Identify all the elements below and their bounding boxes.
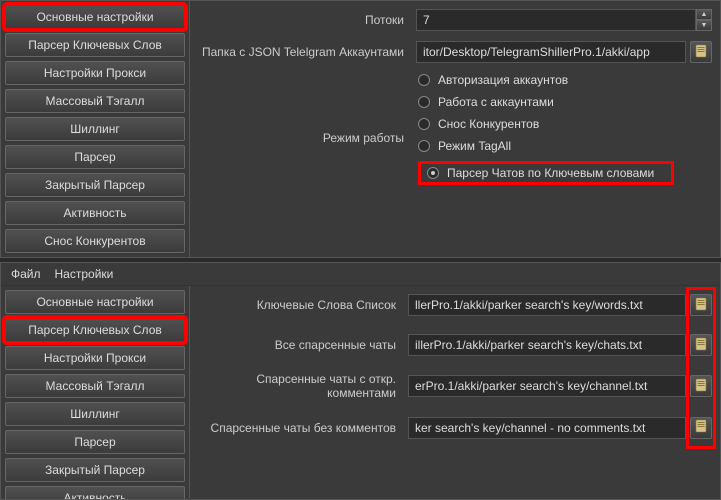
keywords-list-label: Ключевые Слова Список (198, 298, 408, 312)
sidebar-item-label: Шиллинг (70, 122, 119, 136)
bottom-panel: Файл Настройки Основные настройки Парсер… (0, 262, 721, 500)
bottom-sidebar: Основные настройки Парсер Ключевых Слов … (1, 286, 190, 498)
accounts-folder-input[interactable] (416, 41, 686, 63)
menu-settings[interactable]: Настройки (55, 267, 114, 281)
sidebar-item-label: Закрытый Парсер (45, 178, 145, 192)
no-comments-chats-input[interactable] (408, 417, 686, 439)
all-parsed-chats-label: Все спарсенные чаты (198, 338, 408, 352)
sidebar-item-label: Шиллинг (70, 407, 119, 421)
keywords-list-input[interactable] (408, 294, 686, 316)
sidebar-item-label: Закрытый Парсер (45, 463, 145, 477)
folder-icon (695, 44, 707, 61)
no-comments-chats-label: Спарсенные чаты без комментов (198, 421, 408, 435)
sidebar-item-label: Основные настройки (36, 295, 153, 309)
radio-label: Снос Конкурентов (438, 117, 539, 131)
sidebar-item-activity[interactable]: Активность (5, 486, 185, 500)
radio-icon[interactable] (418, 96, 430, 108)
sidebar-item-label: Парсер (74, 435, 115, 449)
folder-icon (695, 419, 707, 436)
browse-button[interactable] (690, 334, 712, 356)
sidebar-item-label: Основные настройки (36, 10, 153, 24)
accounts-folder-label: Папка с JSON Telelgram Аккаунтами (198, 45, 416, 59)
sidebar-item-closed-parser[interactable]: Закрытый Парсер (5, 458, 185, 482)
folder-icon (695, 337, 707, 354)
sidebar-item-proxy-settings[interactable]: Настройки Прокси (5, 346, 185, 370)
sidebar-item-parser[interactable]: Парсер (5, 145, 185, 169)
radio-row-auth[interactable]: Авторизация аккаунтов (418, 73, 712, 87)
folder-icon (695, 378, 707, 395)
sidebar-item-keyword-parser[interactable]: Парсер Ключевых Слов (5, 33, 185, 57)
radio-row-work[interactable]: Работа с аккаунтами (418, 95, 712, 109)
sidebar-item-mass-tagall[interactable]: Массовый Тэгалл (5, 374, 185, 398)
sidebar-item-activity[interactable]: Активность (5, 201, 185, 225)
radio-label: Парсер Чатов по Ключевым словами (447, 166, 654, 180)
all-parsed-chats-input[interactable] (408, 334, 686, 356)
top-content: Потоки ▲ ▼ Папка с JSON Telelgram Аккаун… (190, 1, 720, 257)
sidebar-item-label: Настройки Прокси (44, 351, 146, 365)
radio-label: Работа с аккаунтами (438, 95, 554, 109)
sidebar-item-label: Парсер Ключевых Слов (28, 323, 162, 337)
open-comments-chats-label: Спарсенные чаты с откр. комментами (198, 372, 408, 401)
radio-row-tagall[interactable]: Режим TagAll (418, 139, 712, 153)
bottom-content: Ключевые Слова Список Все спарсенные чат… (190, 286, 720, 498)
sidebar-item-keyword-parser[interactable]: Парсер Ключевых Слов (5, 318, 185, 342)
radio-row-snos[interactable]: Снос Конкурентов (418, 117, 712, 131)
sidebar-item-proxy-settings[interactable]: Настройки Прокси (5, 61, 185, 85)
stepper-down-button[interactable]: ▼ (696, 20, 712, 31)
mode-radio-group: Авторизация аккаунтов Работа с аккаунтам… (416, 73, 712, 185)
sidebar-item-main-settings[interactable]: Основные настройки (5, 5, 185, 29)
menubar: Файл Настройки (1, 263, 720, 286)
radio-row-keyword-parser-highlight: Парсер Чатов по Ключевым словами (418, 161, 674, 185)
radio-icon[interactable] (418, 74, 430, 86)
menu-file[interactable]: Файл (11, 267, 41, 281)
sidebar-item-label: Активность (63, 206, 126, 220)
browse-button[interactable] (690, 41, 712, 63)
sidebar-item-label: Снос Конкурентов (44, 234, 145, 248)
browse-button[interactable] (690, 417, 712, 439)
sidebar-item-shilling[interactable]: Шиллинг (5, 117, 185, 141)
radio-icon[interactable] (418, 140, 430, 152)
radio-icon[interactable] (418, 118, 430, 130)
threads-input[interactable] (416, 9, 696, 31)
sidebar-item-snos[interactable]: Снос Конкурентов (5, 229, 185, 253)
sidebar-item-label: Настройки Прокси (44, 66, 146, 80)
top-sidebar: Основные настройки Парсер Ключевых Слов … (1, 1, 190, 257)
threads-label: Потоки (198, 13, 416, 27)
browse-button[interactable] (690, 375, 712, 397)
sidebar-item-main-settings[interactable]: Основные настройки (5, 290, 185, 314)
sidebar-item-closed-parser[interactable]: Закрытый Парсер (5, 173, 185, 197)
sidebar-item-label: Парсер (74, 150, 115, 164)
mode-label: Режим работы (198, 73, 416, 145)
sidebar-item-label: Массовый Тэгалл (46, 94, 145, 108)
radio-icon[interactable] (427, 167, 439, 179)
sidebar-item-label: Массовый Тэгалл (46, 379, 145, 393)
top-panel: Основные настройки Парсер Ключевых Слов … (0, 0, 721, 258)
sidebar-item-shilling[interactable]: Шиллинг (5, 402, 185, 426)
sidebar-item-parser[interactable]: Парсер (5, 430, 185, 454)
threads-stepper: ▲ ▼ (696, 9, 712, 31)
browse-button[interactable] (690, 294, 712, 316)
open-comments-chats-input[interactable] (408, 375, 686, 397)
sidebar-item-label: Активность (63, 491, 126, 500)
folder-icon (695, 297, 707, 314)
stepper-up-button[interactable]: ▲ (696, 9, 712, 20)
sidebar-item-label: Парсер Ключевых Слов (28, 38, 162, 52)
radio-label: Режим TagAll (438, 139, 511, 153)
radio-label: Авторизация аккаунтов (438, 73, 568, 87)
sidebar-item-mass-tagall[interactable]: Массовый Тэгалл (5, 89, 185, 113)
